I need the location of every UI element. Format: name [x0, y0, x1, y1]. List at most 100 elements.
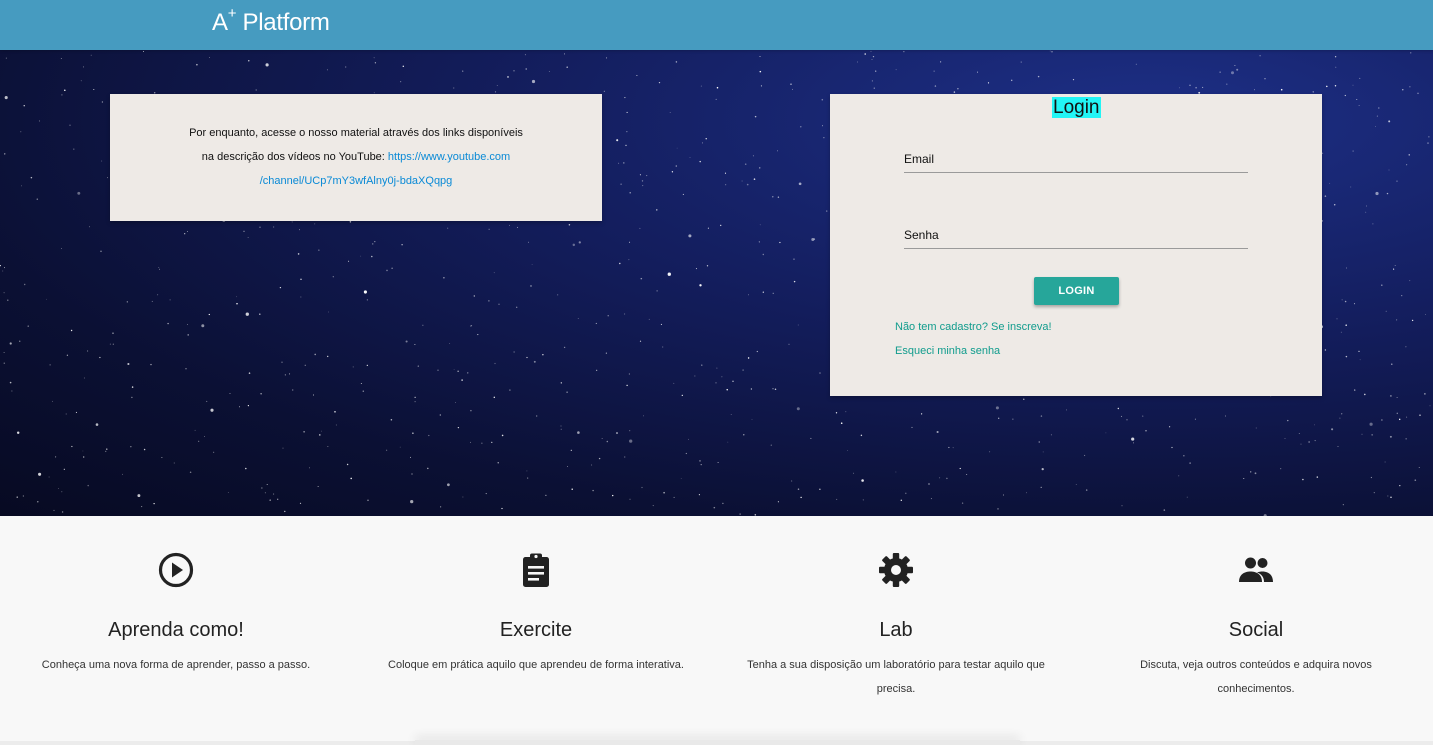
feature-title: Lab — [879, 619, 913, 641]
star — [167, 322, 169, 325]
star — [363, 290, 367, 294]
star — [636, 74, 638, 77]
star — [157, 294, 159, 296]
star — [694, 375, 696, 377]
star — [1345, 355, 1348, 358]
star — [1358, 104, 1360, 106]
star — [699, 284, 702, 287]
gear-icon — [879, 553, 913, 587]
star — [30, 176, 33, 179]
star — [1358, 350, 1360, 353]
star — [1049, 50, 1051, 52]
star — [1202, 86, 1204, 88]
star — [606, 57, 608, 59]
star — [289, 373, 291, 375]
star — [648, 318, 650, 320]
star — [9, 381, 12, 384]
star — [297, 253, 300, 255]
star — [1135, 63, 1137, 65]
star — [206, 400, 208, 402]
star — [716, 367, 718, 369]
star — [612, 494, 614, 497]
star — [455, 402, 456, 403]
star — [385, 449, 388, 451]
star — [928, 483, 930, 485]
star — [371, 243, 374, 245]
youtube-channel-link[interactable]: /channel/UCp7mY3wfAlny0j-bdaXQqpg — [260, 175, 453, 187]
star — [208, 313, 210, 316]
star — [835, 412, 838, 414]
star — [277, 498, 279, 500]
star — [1324, 195, 1327, 197]
star — [317, 485, 319, 487]
star — [744, 163, 747, 165]
star — [871, 59, 873, 60]
star — [151, 300, 153, 302]
star — [7, 299, 9, 301]
signup-link[interactable]: Não tem cadastro? Se inscreva! — [895, 321, 1052, 333]
brand-logo[interactable]: A+ Platform — [212, 6, 330, 37]
star — [1334, 85, 1337, 87]
star — [545, 494, 547, 497]
star — [269, 499, 271, 501]
star — [861, 479, 864, 482]
star — [626, 111, 628, 113]
star — [578, 241, 581, 244]
star — [498, 303, 500, 305]
star — [300, 296, 302, 298]
star — [2, 270, 4, 272]
star — [629, 430, 631, 432]
star — [255, 89, 257, 91]
star — [1324, 349, 1327, 351]
star — [366, 299, 369, 301]
star — [349, 221, 352, 223]
star — [1352, 150, 1354, 152]
login-title: Login — [1052, 97, 1101, 118]
star — [639, 174, 641, 176]
star — [568, 223, 571, 226]
star — [1405, 438, 1407, 440]
star — [952, 447, 954, 449]
star — [777, 501, 779, 503]
star — [143, 51, 144, 52]
star — [747, 357, 750, 359]
star — [1344, 300, 1347, 303]
login-button[interactable]: LOGIN — [1034, 277, 1119, 305]
star — [626, 384, 628, 387]
star — [793, 258, 795, 260]
star — [314, 353, 317, 356]
star — [299, 502, 302, 505]
forgot-password-link[interactable]: Esqueci minha senha — [895, 345, 1000, 357]
star — [22, 495, 24, 497]
star — [481, 442, 483, 444]
star — [1189, 462, 1191, 464]
star — [23, 105, 25, 107]
star — [1409, 280, 1411, 282]
star — [281, 361, 283, 363]
star — [161, 456, 163, 458]
star — [507, 75, 509, 78]
star — [639, 227, 641, 229]
star — [870, 50, 872, 52]
youtube-link[interactable]: https://www.youtube.com — [388, 151, 510, 163]
star — [462, 496, 464, 498]
top-navbar: A+ Platform — [0, 0, 1433, 50]
email-field[interactable]: Email — [904, 148, 1248, 173]
star — [601, 438, 603, 440]
star — [36, 198, 39, 200]
star — [360, 383, 362, 384]
star — [19, 340, 21, 342]
star — [873, 87, 875, 89]
star — [77, 191, 81, 195]
star — [4, 96, 8, 100]
password-field[interactable]: Senha — [904, 224, 1248, 249]
star — [1373, 492, 1375, 494]
star — [821, 98, 824, 101]
star — [236, 303, 238, 305]
star — [619, 262, 621, 265]
star — [646, 175, 648, 177]
star — [564, 53, 565, 55]
star — [823, 137, 825, 139]
star — [705, 138, 707, 140]
star — [1066, 409, 1067, 411]
